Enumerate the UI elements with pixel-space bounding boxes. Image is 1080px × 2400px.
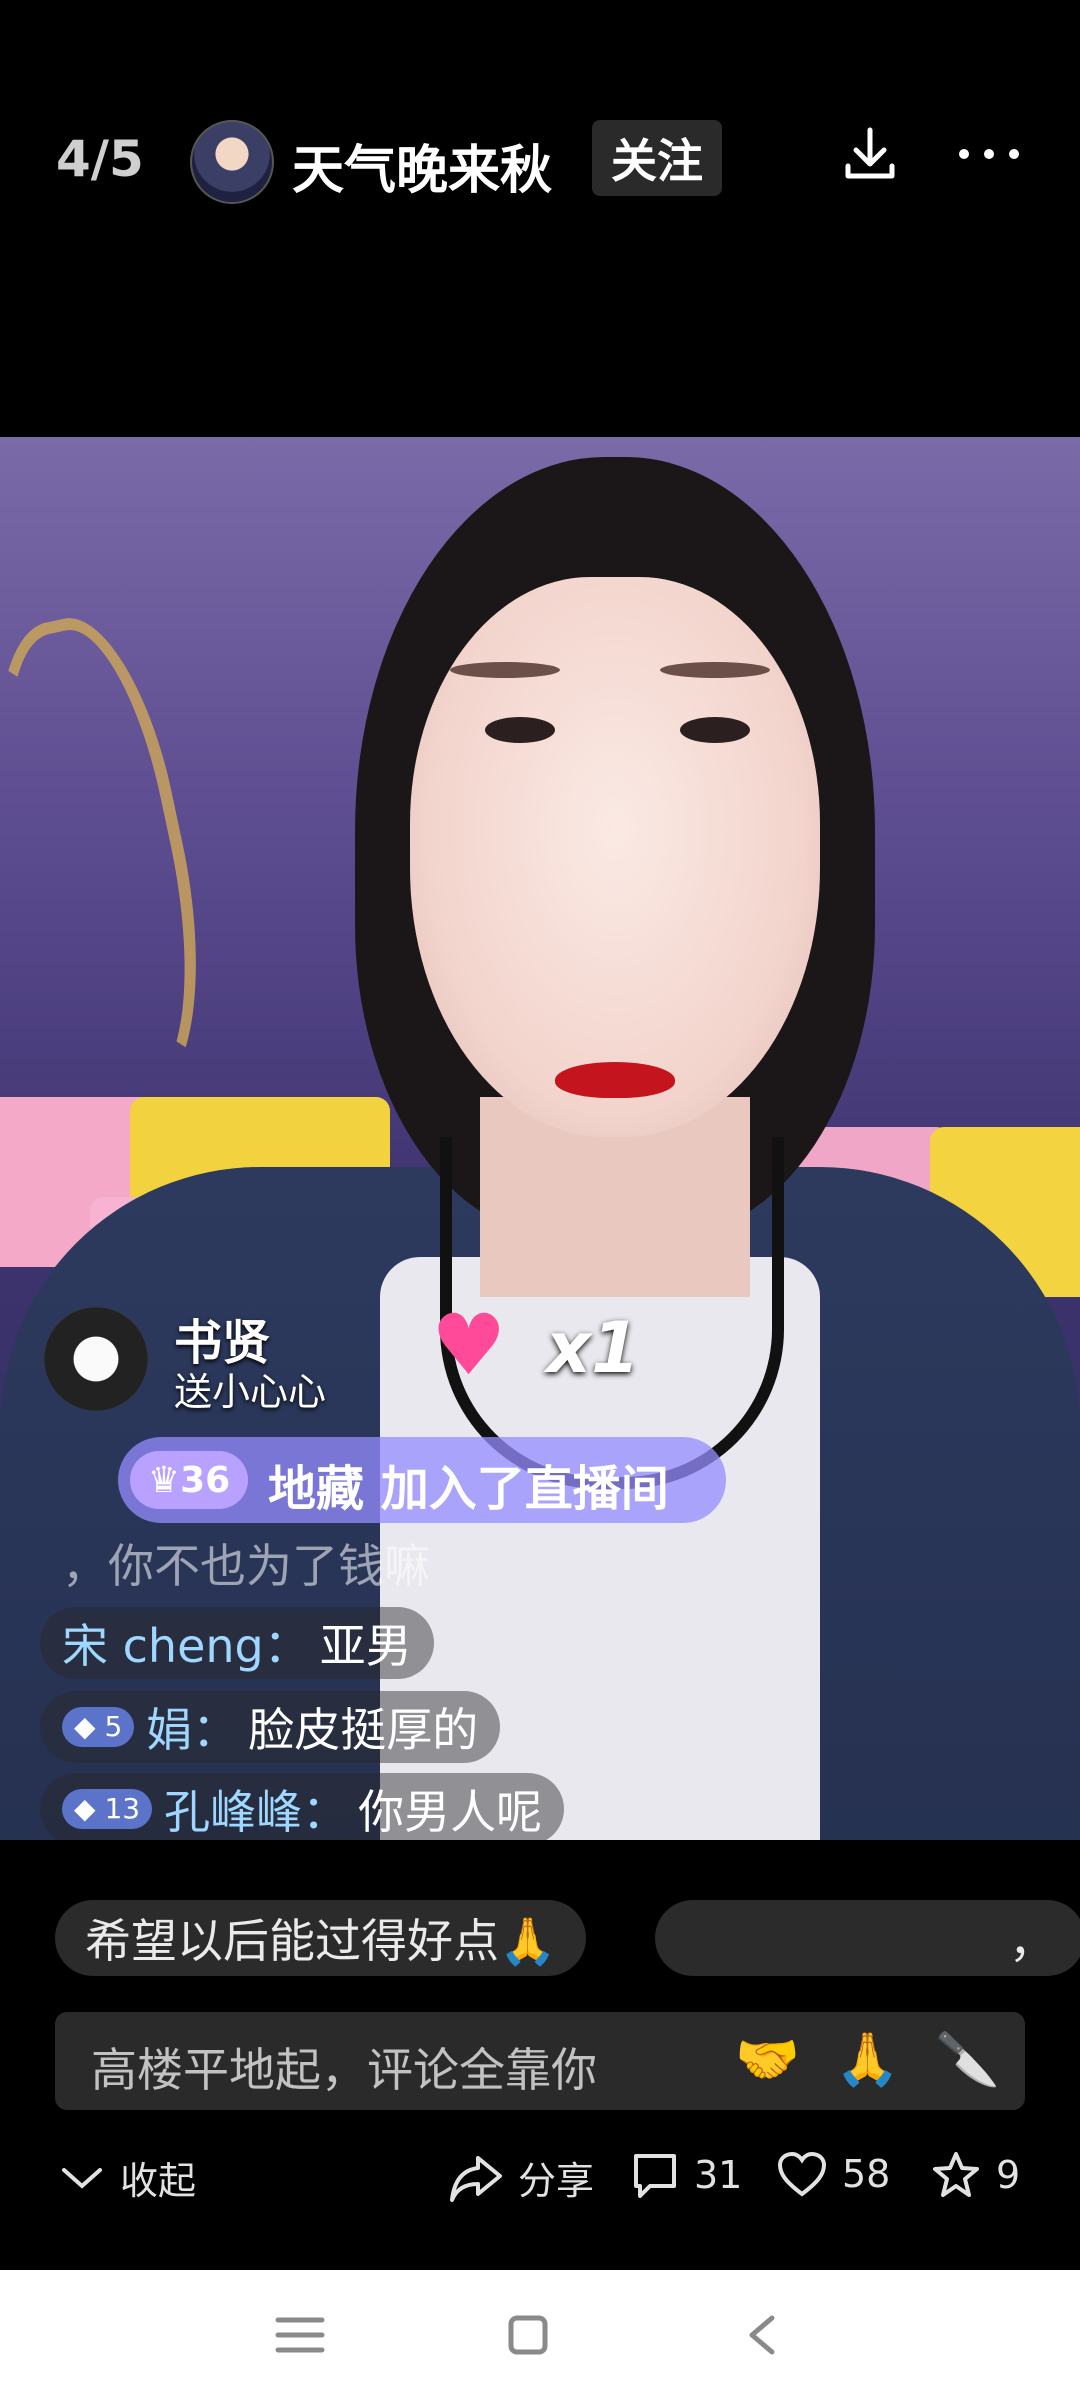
chat-text: ，你不也为了钱嘛: [62, 1539, 430, 1593]
ribbon-decoration: [0, 604, 233, 1114]
chat-user: 娟：: [146, 1703, 239, 1757]
chat-message: ◆ 5 娟： 脸皮挺厚的: [40, 1691, 501, 1763]
like-button[interactable]: 58: [776, 2150, 890, 2198]
home-icon[interactable]: [505, 2312, 551, 2358]
gift-notification: 书贤 送小心心 ♥ x1: [36, 1296, 656, 1414]
favorite-button[interactable]: 9: [930, 2150, 1020, 2200]
back-icon[interactable]: [740, 2312, 786, 2358]
eyebrow: [660, 662, 770, 678]
heart-icon: [777, 2151, 827, 2197]
comment-placeholder: 高楼平地起，评论全靠你: [91, 2043, 597, 2097]
chat-text: 脸皮挺厚的: [248, 1703, 479, 1757]
comment-tag[interactable]: ，: [655, 1900, 1080, 1976]
download-icon[interactable]: [840, 124, 900, 184]
chat-user: 宋 cheng：: [62, 1619, 310, 1673]
level-badge: ♛ 36: [130, 1451, 248, 1509]
eyebrow: [450, 662, 560, 678]
live-stream-photo[interactable]: 书贤 送小心心 ♥ x1 ♛ 36 地藏 加入了直播间 ，你不也为了钱嘛 宋 ch…: [0, 437, 1080, 1840]
gift-count: x1: [546, 1307, 640, 1389]
action-row: 收起 分享 31 58 9: [0, 2140, 1080, 2220]
face: [410, 577, 820, 1137]
comment-count: 31: [694, 2153, 743, 2197]
system-nav-bar: [0, 2270, 1080, 2400]
chat-message: 宋 cheng： 亚男: [40, 1607, 434, 1679]
follow-button[interactable]: 关注: [592, 120, 722, 196]
favorite-count: 9: [996, 2153, 1021, 2197]
collapse-button[interactable]: 收起: [58, 2150, 196, 2205]
chat-user: 孔峰峰：: [164, 1785, 349, 1839]
username[interactable]: 天气晚来秋: [292, 128, 552, 203]
more-icon[interactable]: [954, 124, 1024, 184]
chat-level-badge: ◆ 13: [62, 1789, 153, 1829]
gift-action-text: 送小心心: [174, 1370, 327, 1414]
chat-message: ◆ 13 孔峰峰： 你男人呢: [40, 1773, 565, 1840]
like-count: 58: [842, 2152, 891, 2196]
eye: [485, 717, 555, 743]
gift-user-avatar: [44, 1307, 148, 1411]
comment-input[interactable]: 高楼平地起，评论全靠你 🤝 🙏 🔪: [55, 2012, 1025, 2110]
star-icon: [933, 2152, 979, 2197]
avatar[interactable]: [190, 120, 274, 204]
comment-icon: [634, 2154, 676, 2198]
comments-button[interactable]: 31: [630, 2150, 742, 2200]
chat-text: 亚男: [319, 1619, 412, 1673]
handshake-emoji-icon[interactable]: 🤝: [735, 2032, 800, 2088]
comment-tag[interactable]: 希望以后能过得好点🙏: [55, 1900, 587, 1976]
join-notice: ♛ 36 地藏 加入了直播间: [118, 1437, 726, 1523]
knife-emoji-icon[interactable]: 🔪: [935, 2032, 1000, 2088]
heart-gift-icon: ♥: [431, 1296, 507, 1394]
share-button[interactable]: 分享: [448, 2150, 594, 2205]
level-number: 36: [180, 1459, 231, 1501]
pray-emoji-icon[interactable]: 🙏: [835, 2032, 900, 2088]
eye: [680, 717, 750, 743]
collapse-label: 收起: [120, 2159, 197, 2203]
share-label: 分享: [518, 2159, 595, 2203]
share-icon: [450, 2155, 502, 2202]
chat-text: 你男人呢: [358, 1785, 543, 1839]
image-counter: 4/5: [56, 130, 144, 188]
chat-level-badge: ◆ 5: [62, 1707, 135, 1747]
lips: [555, 1062, 675, 1098]
menu-icon[interactable]: [272, 2312, 328, 2358]
chat-message: ，你不也为了钱嘛: [40, 1527, 452, 1599]
top-bar: 4/5 天气晚来秋 关注: [0, 110, 1080, 210]
comment-tags: 希望以后能过得好点🙏 ，: [55, 1900, 1080, 1980]
chevron-down-icon: [62, 2167, 102, 2189]
join-text: 地藏 加入了直播间: [268, 1461, 669, 1517]
